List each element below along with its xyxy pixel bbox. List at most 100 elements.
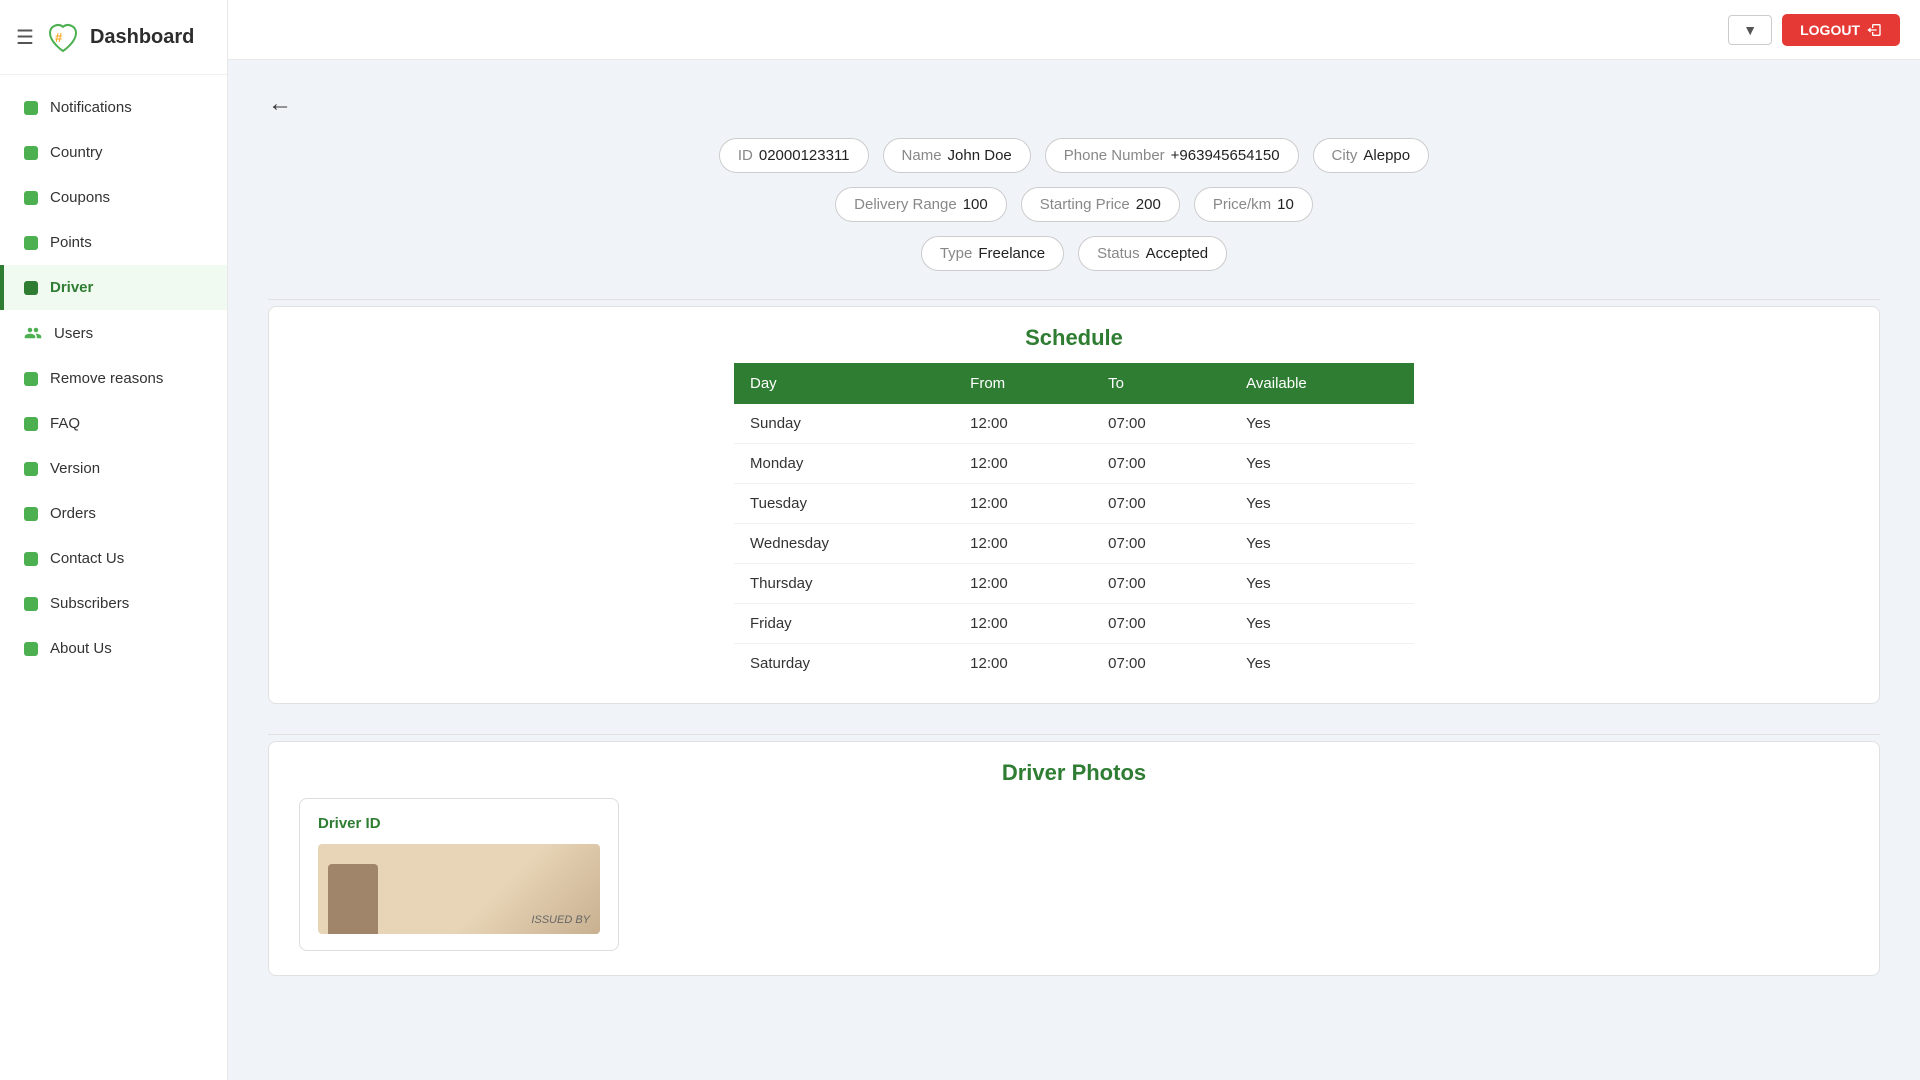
info-row-1: ID 02000123311 Name John Doe Phone Numbe… [719,138,1429,173]
name-badge: Name John Doe [883,138,1031,173]
phone-label: Phone Number [1064,147,1165,164]
sidebar-item-remove-reasons[interactable]: Remove reasons [0,356,227,401]
name-value: John Doe [948,147,1012,164]
col-day: Day [734,363,954,404]
hamburger-icon[interactable]: ☰ [16,25,34,50]
dropdown-button[interactable]: ▼ [1728,15,1772,45]
cell-from: 12:00 [954,604,1092,644]
logout-button[interactable]: LOGOUT [1782,14,1900,46]
sidebar-item-contact-us[interactable]: Contact Us [0,536,227,581]
cell-day: Wednesday [734,524,954,564]
sidebar-item-faq[interactable]: FAQ [0,401,227,446]
sidebar-item-label: Notifications [50,99,132,116]
cell-day: Thursday [734,564,954,604]
cell-day: Friday [734,604,954,644]
type-value: Freelance [978,245,1045,262]
cell-from: 12:00 [954,644,1092,684]
sidebar-item-coupons[interactable]: Coupons [0,175,227,220]
nav-dot-points [24,236,38,250]
col-available: Available [1230,363,1414,404]
cell-available: Yes [1230,484,1414,524]
logo-icon: # [44,18,82,56]
col-to: To [1092,363,1230,404]
nav-dot-version [24,462,38,476]
sidebar-nav: Notifications Country Coupons Points Dri… [0,75,227,681]
city-badge: City Aleppo [1313,138,1430,173]
sidebar-item-version[interactable]: Version [0,446,227,491]
starting-price-label: Starting Price [1040,196,1130,213]
sidebar-item-country[interactable]: Country [0,130,227,175]
table-row: Wednesday 12:00 07:00 Yes [734,524,1414,564]
cell-available: Yes [1230,564,1414,604]
nav-dot-faq [24,417,38,431]
sidebar-header: ☰ # Dashboard [0,0,227,75]
cell-available: Yes [1230,444,1414,484]
issued-by-label: ISSUED BY [531,914,590,926]
logo-area: # Dashboard [44,18,194,56]
status-label: Status [1097,245,1140,262]
status-badge: Status Accepted [1078,236,1227,271]
table-row: Sunday 12:00 07:00 Yes [734,404,1414,444]
logo-text: Dashboard [90,26,194,49]
nav-dot-notifications [24,101,38,115]
divider-2 [268,734,1880,735]
sidebar-item-about-us[interactable]: About Us [0,626,227,671]
id-photo-person [328,864,378,934]
nav-dot-about-us [24,642,38,656]
cell-from: 12:00 [954,444,1092,484]
schedule-header-row: Day From To Available [734,363,1414,404]
driver-id-card: Driver ID ISSUED BY [299,798,619,951]
cell-from: 12:00 [954,404,1092,444]
cell-from: 12:00 [954,564,1092,604]
table-row: Monday 12:00 07:00 Yes [734,444,1414,484]
sidebar-item-users[interactable]: Users [0,310,227,356]
nav-dot-orders [24,507,38,521]
id-label: ID [738,147,753,164]
sidebar-item-notifications[interactable]: Notifications [0,85,227,130]
sidebar-item-label: Points [50,234,92,251]
cell-from: 12:00 [954,524,1092,564]
sidebar-item-label: Users [54,325,93,342]
sidebar-item-label: Country [50,144,103,161]
schedule-table-wrapper: Day From To Available Sunday 12:00 07:00… [269,363,1879,703]
city-label: City [1332,147,1358,164]
sidebar-item-points[interactable]: Points [0,220,227,265]
divider-1 [268,299,1880,300]
id-badge: ID 02000123311 [719,138,869,173]
id-photo-placeholder: ISSUED BY [318,844,600,934]
cell-available: Yes [1230,604,1414,644]
sidebar-item-orders[interactable]: Orders [0,491,227,536]
price-km-badge: Price/km 10 [1194,187,1313,222]
cell-to: 07:00 [1092,484,1230,524]
sidebar-item-subscribers[interactable]: Subscribers [0,581,227,626]
info-row-2: Delivery Range 100 Starting Price 200 Pr… [835,187,1313,222]
info-row-3: Type Freelance Status Accepted [921,236,1227,271]
svg-text:#: # [55,30,63,45]
type-label: Type [940,245,973,262]
sidebar-item-label: Remove reasons [50,370,163,387]
sidebar-item-label: FAQ [50,415,80,432]
nav-dot-country [24,146,38,160]
schedule-title: Schedule [269,307,1879,363]
sidebar-item-label: Coupons [50,189,110,206]
nav-dot-subscribers [24,597,38,611]
cell-from: 12:00 [954,484,1092,524]
starting-price-value: 200 [1136,196,1161,213]
sidebar-item-label: Orders [50,505,96,522]
sidebar-item-label: Driver [50,279,93,296]
cell-to: 07:00 [1092,644,1230,684]
nav-dot-remove-reasons [24,372,38,386]
sidebar-item-driver[interactable]: Driver [0,265,227,310]
cell-to: 07:00 [1092,404,1230,444]
sidebar-item-label: Contact Us [50,550,124,567]
schedule-table: Day From To Available Sunday 12:00 07:00… [734,363,1414,683]
back-button[interactable]: ← [268,90,292,118]
city-value: Aleppo [1363,147,1410,164]
driver-id-label: Driver ID [318,815,600,832]
delivery-range-value: 100 [963,196,988,213]
cell-available: Yes [1230,404,1414,444]
sidebar-item-label: Version [50,460,100,477]
sidebar-item-label: About Us [50,640,112,657]
cell-available: Yes [1230,524,1414,564]
table-row: Thursday 12:00 07:00 Yes [734,564,1414,604]
